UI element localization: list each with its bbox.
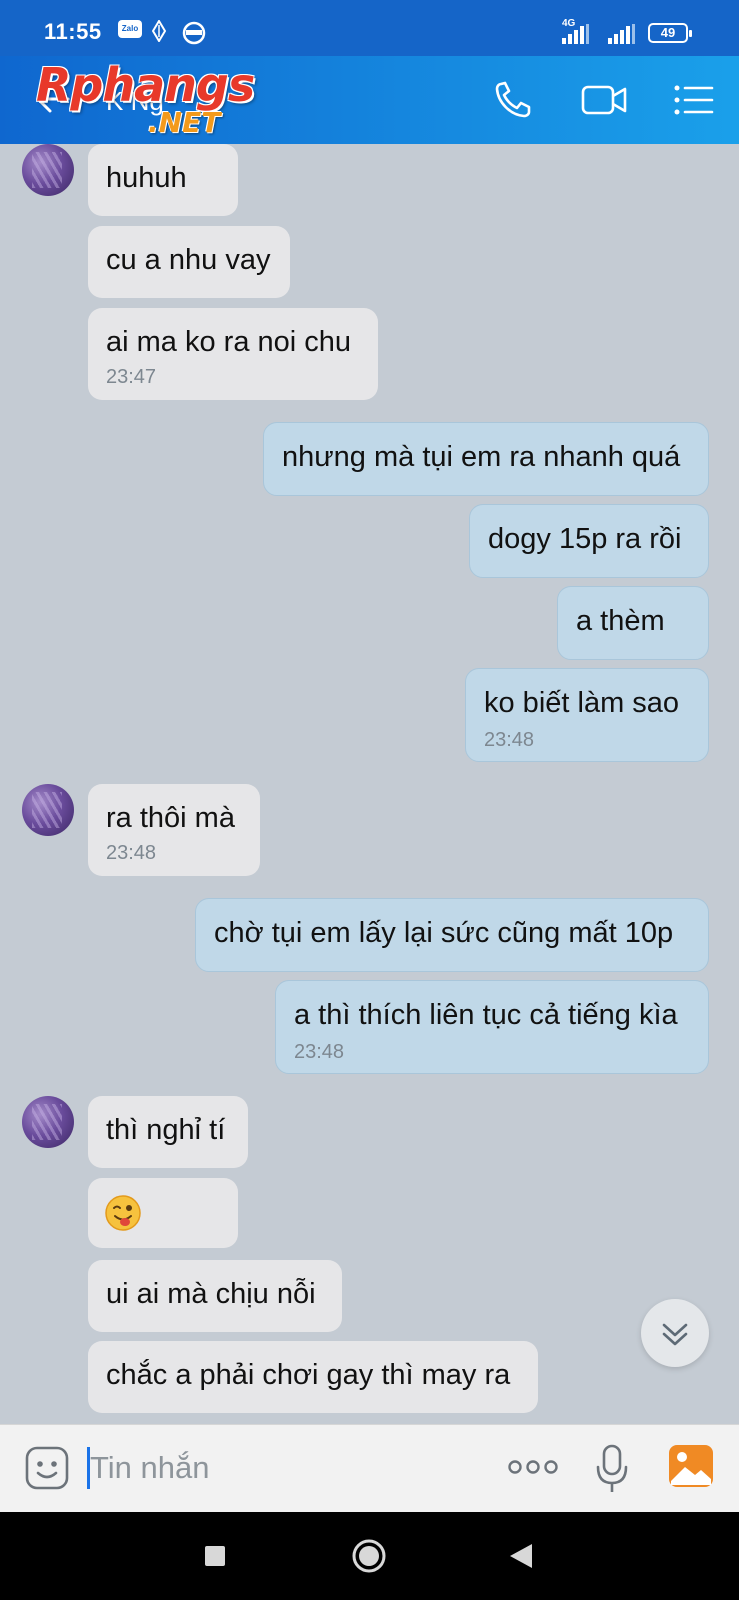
message-text: dogy 15p ra rồi xyxy=(488,523,682,555)
clock: 11:55 xyxy=(44,19,102,44)
message-bubble-outgoing[interactable]: chờ tụi em lấy lại sức cũng mất 10p xyxy=(195,898,709,972)
winking-tongue-emoji-icon xyxy=(104,1194,142,1240)
back-button[interactable] xyxy=(508,1542,534,1575)
message-bubble-incoming[interactable]: huhuh xyxy=(88,144,238,216)
image-gallery-icon[interactable] xyxy=(667,1443,715,1494)
microphone-icon[interactable] xyxy=(594,1443,630,1500)
zalo-notification-icon: Zalo xyxy=(118,20,142,38)
message-timestamp: 23:47 xyxy=(106,366,157,388)
message-bubble-outgoing[interactable]: a thèm xyxy=(557,586,709,660)
double-chevron-down-icon xyxy=(662,1323,688,1346)
message-bubble-outgoing[interactable]: nhưng mà tụi em ra nhanh quá xyxy=(263,422,709,496)
battery-indicator: 49 xyxy=(648,23,692,43)
message-input[interactable] xyxy=(90,1443,470,1493)
scroll-to-bottom-button[interactable] xyxy=(641,1299,709,1367)
message-bubble-incoming[interactable]: ai ma ko ra noi chu 23:47 xyxy=(88,308,378,400)
do-not-disturb-icon xyxy=(182,21,206,50)
message-bubble-incoming-sticker[interactable] xyxy=(88,1178,238,1248)
message-bubble-outgoing[interactable]: ko biết làm sao 23:48 xyxy=(465,668,709,762)
contact-avatar[interactable] xyxy=(22,144,74,196)
message-bubble-incoming[interactable]: chắc a phải chơi gay thì may ra xyxy=(88,1341,538,1413)
contact-avatar[interactable] xyxy=(22,784,74,836)
system-navigation-bar xyxy=(0,1512,739,1600)
watermark-logo: Rphangs xyxy=(36,58,255,112)
message-text: cu a nhu vay xyxy=(106,244,271,276)
contact-avatar[interactable] xyxy=(22,1096,74,1148)
message-text: ui ai mà chịu nỗi xyxy=(106,1278,316,1310)
more-dots-icon[interactable] xyxy=(507,1455,559,1484)
message-list[interactable]: huhuh cu a nhu vay ai ma ko ra noi chu 2… xyxy=(0,144,739,1424)
signal-icon-2 xyxy=(608,24,636,49)
message-text: a thèm xyxy=(576,605,665,637)
recent-apps-button[interactable] xyxy=(204,1545,226,1572)
message-timestamp: 23:48 xyxy=(484,729,535,751)
watermark-logo-suffix: .NET xyxy=(148,106,221,139)
phone-icon[interactable] xyxy=(492,78,538,122)
list-menu-icon[interactable] xyxy=(672,78,718,122)
message-text: nhưng mà tụi em ra nhanh quá xyxy=(282,441,681,473)
message-text: chờ tụi em lấy lại sức cũng mất 10p xyxy=(214,917,674,949)
message-bubble-outgoing[interactable]: dogy 15p ra rồi xyxy=(469,504,709,578)
message-bubble-outgoing[interactable]: a thì thích liên tục cả tiếng kìa 23:48 xyxy=(275,980,709,1074)
video-call-icon[interactable] xyxy=(580,78,627,122)
status-bar: 11:55 Zalo 4G 49 xyxy=(0,0,739,56)
message-text: ko biết làm sao xyxy=(484,687,680,719)
signal-icon-1 xyxy=(562,24,590,49)
location-diamond-icon xyxy=(151,19,167,47)
message-text: chắc a phải chơi gay thì may ra xyxy=(106,1359,511,1391)
message-bubble-incoming[interactable]: ui ai mà chịu nỗi xyxy=(88,1260,342,1332)
emoji-icon[interactable] xyxy=(24,1445,70,1496)
message-text: a thì thích liên tục cả tiếng kìa xyxy=(294,999,678,1031)
message-text: ai ma ko ra noi chu xyxy=(106,326,352,358)
chat-header: K Ng Rphangs .NET xyxy=(0,56,739,144)
message-bubble-incoming[interactable]: cu a nhu vay xyxy=(88,226,290,298)
message-timestamp: 23:48 xyxy=(294,1041,345,1063)
message-bubble-incoming[interactable]: thì nghỉ tí xyxy=(88,1096,248,1168)
home-button[interactable] xyxy=(351,1538,387,1579)
message-composer xyxy=(0,1424,739,1512)
message-text: ra thôi mà xyxy=(106,802,235,834)
message-timestamp: 23:48 xyxy=(106,842,157,864)
message-text: thì nghỉ tí xyxy=(106,1114,226,1146)
message-text: huhuh xyxy=(106,162,187,194)
message-bubble-incoming[interactable]: ra thôi mà 23:48 xyxy=(88,784,260,876)
